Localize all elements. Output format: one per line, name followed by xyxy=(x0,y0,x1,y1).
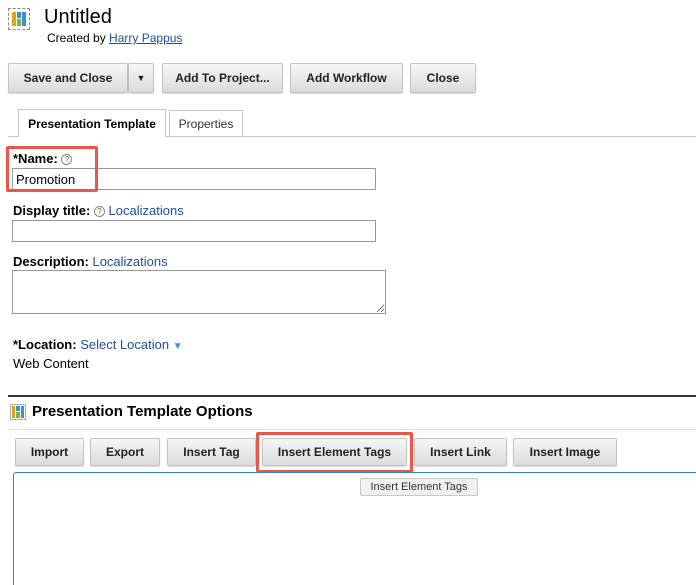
save-and-close-button[interactable]: Save and Close xyxy=(8,63,128,93)
description-label: Description: Localizations xyxy=(13,254,168,269)
select-location-link[interactable]: Select Location ▼ xyxy=(80,337,182,352)
description-field[interactable] xyxy=(12,270,386,314)
insert-tag-button[interactable]: Insert Tag xyxy=(167,438,256,466)
page-header: Untitled Created by Harry Pappus xyxy=(8,6,182,45)
display-title-field[interactable] xyxy=(12,220,376,242)
page-title: Untitled xyxy=(44,6,112,28)
location-value: Web Content xyxy=(13,356,89,371)
save-options-dropdown[interactable]: ▼ xyxy=(128,63,154,93)
caret-down-icon: ▼ xyxy=(172,341,183,352)
insert-image-button[interactable]: Insert Image xyxy=(513,438,617,466)
display-title-label: Display title: ? Localizations xyxy=(13,203,184,218)
description-localizations-link[interactable]: Localizations xyxy=(92,254,167,269)
insert-element-tags-highlight xyxy=(256,432,413,473)
insert-link-button[interactable]: Insert Link xyxy=(414,438,507,466)
add-workflow-button[interactable]: Add Workflow xyxy=(290,63,403,93)
tab-presentation-template[interactable]: Presentation Template xyxy=(18,109,166,137)
help-icon[interactable]: ? xyxy=(93,206,105,217)
section-underline xyxy=(8,429,696,430)
location-label: *Location: Select Location ▼ xyxy=(13,337,183,352)
tooltip: Insert Element Tags xyxy=(360,478,478,496)
presentation-template-icon xyxy=(10,403,26,420)
presentation-template-icon xyxy=(8,8,30,30)
template-editor[interactable] xyxy=(13,472,696,585)
author-link[interactable]: Harry Pappus xyxy=(109,31,182,45)
created-by: Created by Harry Pappus xyxy=(47,31,182,45)
close-button[interactable]: Close xyxy=(410,63,476,93)
options-section-title: Presentation Template Options xyxy=(10,403,253,420)
chevron-down-icon: ▼ xyxy=(136,73,146,83)
export-button[interactable]: Export xyxy=(90,438,160,466)
display-title-localizations-link[interactable]: Localizations xyxy=(109,203,184,218)
name-highlight xyxy=(6,146,98,192)
created-by-label: Created by xyxy=(47,31,106,45)
tab-properties[interactable]: Properties xyxy=(169,110,243,136)
add-to-project-button[interactable]: Add To Project... xyxy=(162,63,283,93)
section-divider xyxy=(8,395,696,397)
import-button[interactable]: Import xyxy=(15,438,84,466)
